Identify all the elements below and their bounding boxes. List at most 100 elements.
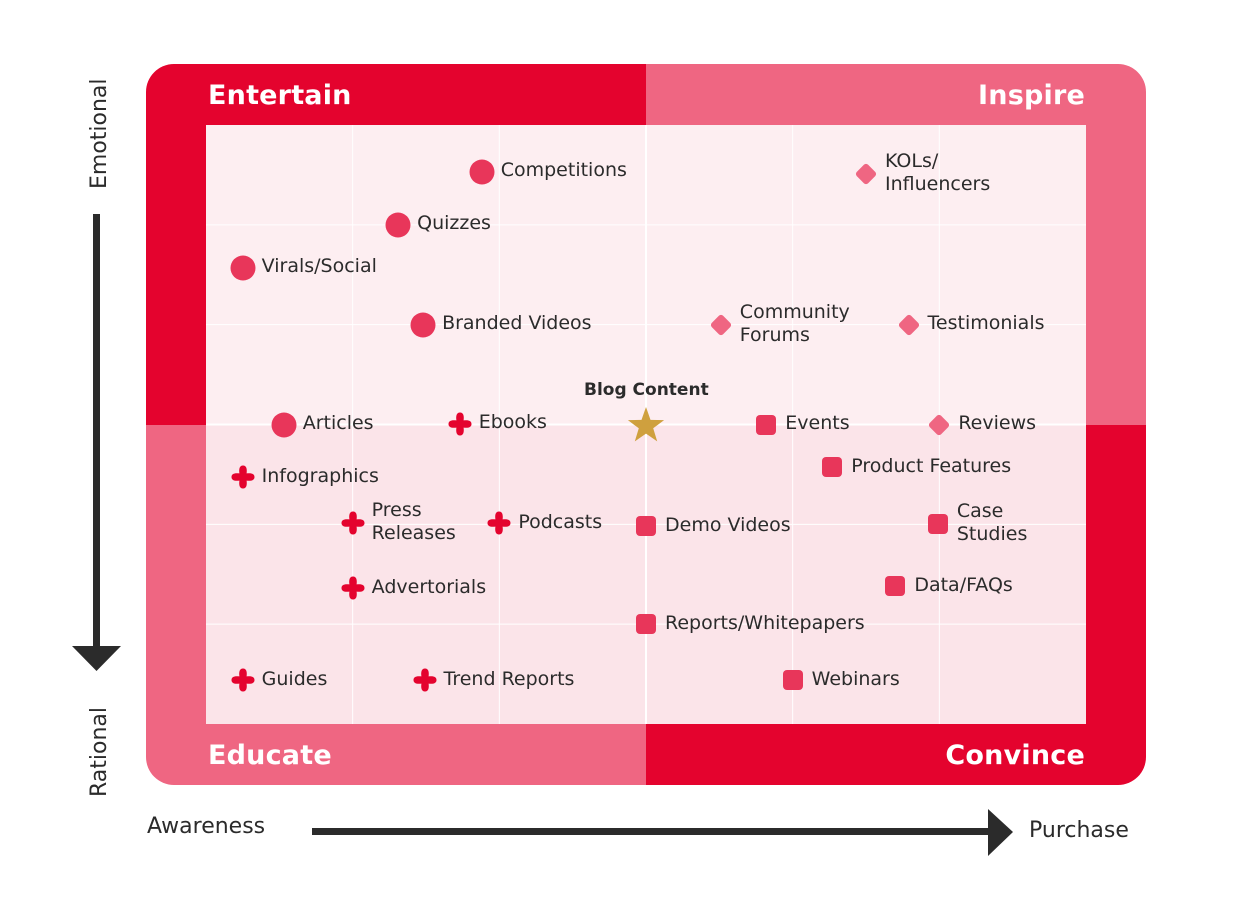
point-label-blog-content: Blog Content — [584, 379, 709, 402]
clover-icon — [340, 510, 366, 536]
point-label-virals-social: Virals/Social — [262, 255, 377, 278]
diamond-shape — [898, 314, 919, 335]
diamond-shape — [855, 163, 877, 184]
quadrant-label-inspire: Inspire — [978, 80, 1085, 111]
circle-shape — [271, 412, 297, 437]
point-label-competitions: Competitions — [501, 159, 627, 182]
point-label-product-features: Product Features — [851, 455, 1011, 478]
point-label-line: Ebooks — [478, 411, 547, 433]
y-axis-arrow-head — [72, 646, 121, 671]
point-label-case-studies: Case Studies — [957, 500, 1027, 546]
point-label-press-releases: Press Releases — [372, 499, 456, 545]
point-label-quizzes: Quizzes — [417, 212, 491, 235]
point-label-line: Studies — [956, 523, 1028, 546]
star-icon — [626, 405, 666, 445]
point-label-infographics: Infographics — [262, 465, 379, 488]
point-label-kols-influencers: KOLs/Influencers — [885, 150, 990, 196]
clover-shape — [341, 576, 365, 600]
square-shape — [636, 516, 656, 537]
y-axis-arrow — [72, 214, 121, 671]
point-label-line: Podcasts — [518, 510, 603, 533]
point-label-articles: Articles — [303, 412, 374, 435]
clover-icon — [412, 667, 438, 693]
square-icon — [633, 611, 659, 637]
x-axis-arrow-shaft — [312, 828, 992, 835]
point-label-podcasts: Podcasts — [518, 511, 602, 534]
point-label-line: Forums — [739, 323, 810, 346]
diamond-icon — [896, 312, 922, 338]
clover-shape — [413, 668, 437, 692]
point-label-webinars: Webinars — [812, 668, 900, 691]
point-label-line: Community — [739, 300, 850, 323]
point-label-line: Case — [956, 500, 1004, 523]
circle-icon — [385, 212, 411, 238]
square-icon — [925, 511, 951, 537]
clover-icon — [486, 510, 512, 536]
clover-shape — [231, 465, 255, 489]
x-axis-left-label: Awareness — [147, 814, 266, 839]
square-icon — [753, 412, 779, 438]
point-label-branded-videos: Branded Videos — [442, 312, 592, 335]
point-label-line: Testimonials — [927, 312, 1045, 335]
quadrant-label-educate: Educate — [208, 740, 332, 771]
circle-icon — [469, 159, 495, 185]
point-label-line: Events — [785, 412, 850, 434]
clover-shape — [341, 511, 365, 535]
clover-shape — [487, 511, 511, 535]
clover-shape — [448, 412, 472, 435]
star-shape — [627, 406, 665, 441]
point-label-line: Guides — [261, 667, 328, 690]
point-label-line: Quizzes — [417, 212, 491, 235]
clover-icon — [447, 411, 473, 437]
clover-shape — [231, 668, 255, 692]
circle-shape — [230, 255, 256, 281]
circle-shape — [385, 212, 411, 238]
square-shape — [927, 514, 948, 535]
point-label-reports-whitepapers: Reports/Whitepapers — [665, 612, 865, 635]
circle-icon — [230, 255, 256, 281]
point-label-line: Reports/Whitepapers — [665, 611, 865, 634]
point-label-line: Demo Videos — [665, 513, 791, 536]
plot-area: Competitions Quizzes Virals/Social Branded … — [206, 125, 1086, 724]
point-label-ebooks: Ebooks — [479, 411, 547, 434]
point-label-guides: Guides — [262, 668, 328, 691]
point-label-line: KOLs/ — [885, 149, 939, 172]
diamond-icon — [926, 412, 952, 438]
point-label-line: Branded Videos — [442, 312, 592, 335]
x-axis-arrow-head — [988, 809, 1013, 856]
point-label-line: Product Features — [851, 454, 1012, 477]
square-shape — [636, 614, 656, 635]
clover-icon — [340, 575, 366, 601]
point-label-line: Press — [371, 499, 422, 522]
square-shape — [822, 457, 843, 478]
point-label-line: Trend Reports — [443, 667, 575, 690]
square-icon — [633, 513, 659, 539]
point-label-line: Advertorials — [371, 575, 487, 598]
clover-icon — [230, 667, 256, 693]
quadrant-label-entertain: Entertain — [208, 80, 352, 111]
x-axis-right-label: Purchase — [1029, 818, 1129, 843]
point-label-line: Influencers — [885, 172, 991, 195]
diamond-shape — [929, 414, 950, 435]
point-label-data-faqs: Data/FAQs — [914, 574, 1012, 597]
point-label-line: Blog Content — [584, 379, 709, 400]
quadrant-label-convince: Convince — [945, 740, 1085, 771]
point-label-community-forums: Community Forums — [740, 301, 850, 347]
point-label-demo-videos: Demo Videos — [665, 514, 791, 537]
circle-shape — [469, 159, 495, 185]
diamond-icon — [708, 312, 734, 338]
circle-icon — [410, 312, 436, 338]
point-label-events: Events — [785, 412, 849, 435]
y-axis-bottom-label: Rational — [87, 706, 112, 797]
point-label-line: Competitions — [500, 159, 627, 182]
point-label-line: Reviews — [958, 412, 1037, 434]
point-label-line: Virals/Social — [261, 255, 377, 278]
x-axis-arrow — [312, 809, 1013, 856]
circle-shape — [410, 312, 436, 338]
square-shape — [782, 670, 803, 691]
square-icon — [780, 667, 806, 693]
circle-icon — [271, 412, 297, 438]
square-icon — [882, 573, 908, 599]
point-label-trend-reports: Trend Reports — [444, 668, 575, 691]
point-label-testimonials: Testimonials — [928, 312, 1045, 335]
